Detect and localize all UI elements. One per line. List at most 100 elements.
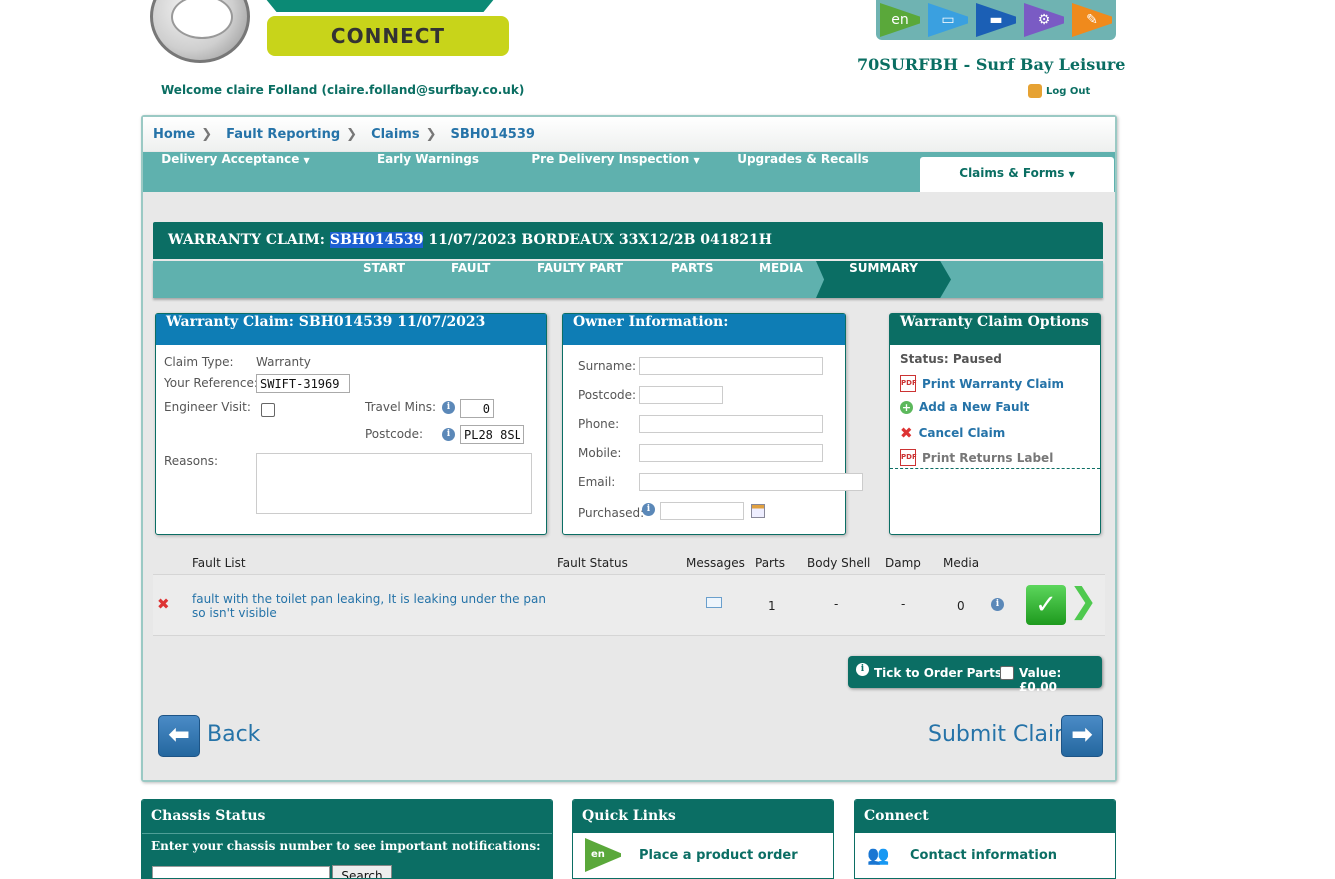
place-product-order-link[interactable]: Place a product order <box>639 848 798 863</box>
lock-icon <box>1028 84 1042 98</box>
body-shell-header: Body Shell <box>807 556 871 570</box>
fault-description[interactable]: fault with the toilet pan leaking, It is… <box>192 592 552 620</box>
chassis-status-box: Chassis Status Enter your chassis number… <box>141 799 553 879</box>
checkmark-icon[interactable]: ✓ <box>1026 585 1066 625</box>
chassis-prompt: Enter your chassis number to see importa… <box>151 839 541 853</box>
print-warranty-claim-link[interactable]: PDF Print Warranty Claim <box>900 375 1064 392</box>
breadcrumb-fault-reporting[interactable]: Fault Reporting ❯ <box>226 127 357 142</box>
purchased-date-field[interactable] <box>660 502 744 520</box>
connect-logo-badge: CONNECT <box>267 16 509 56</box>
breadcrumb: Home ❯ Fault Reporting ❯ Claims ❯ SBH014539 <box>143 117 1115 151</box>
mobile-label: Mobile: <box>578 446 622 460</box>
claim-header: WARRANTY CLAIM: SBH014539 11/07/2023 BOR… <box>153 222 1103 259</box>
reasons-textarea[interactable] <box>256 453 532 514</box>
info-icon[interactable]: i <box>642 503 655 516</box>
postcode-label: Postcode: <box>365 427 424 441</box>
back-button[interactable]: Back <box>207 722 260 747</box>
step-parts[interactable]: PARTS <box>671 261 714 298</box>
people-icon: 👥 <box>867 845 890 866</box>
print-returns-label-link[interactable]: PDF Print Returns Label <box>900 449 1053 466</box>
fault-damp: - <box>901 597 906 611</box>
nav-early-warnings[interactable]: Early Warnings <box>328 152 528 192</box>
surname-field[interactable] <box>639 357 823 375</box>
plus-icon: + <box>900 400 913 414</box>
close-icon: ✖ <box>900 424 913 442</box>
options-panel-title: Warranty Claim Options <box>890 314 1100 345</box>
mobile-field[interactable] <box>639 444 823 462</box>
fault-list-header: Fault List <box>192 556 246 570</box>
step-start[interactable]: START <box>363 261 405 298</box>
nav-pre-delivery-inspection[interactable]: Pre Delivery Inspection ▼ <box>528 152 703 192</box>
order-parts-checkbox[interactable] <box>1000 666 1014 680</box>
claim-number: SBH014539 <box>329 232 424 248</box>
step-fault[interactable]: FAULT <box>451 261 490 298</box>
chassis-status-title: Chassis Status <box>142 800 552 833</box>
breadcrumb-current: SBH014539 <box>450 126 535 142</box>
info-icon[interactable]: i <box>442 428 455 441</box>
welcome-message: Welcome claire Folland (claire.folland@s… <box>161 83 525 97</box>
travel-mins-input[interactable] <box>460 399 494 418</box>
purchased-label: Purchased: <box>578 506 645 520</box>
claim-steps: START FAULT FAULTY PART PARTS MEDIA SUMM… <box>153 261 1103 298</box>
truck-icon[interactable]: ▬ <box>976 3 1016 37</box>
owner-postcode-label: Postcode: <box>578 388 637 402</box>
cancel-claim-link[interactable]: ✖ Cancel Claim <box>900 424 1005 442</box>
media-header: Media <box>943 556 980 570</box>
surname-label: Surname: <box>578 359 637 373</box>
quick-links-box: Quick Links en Place a product order <box>572 799 834 879</box>
options-divider <box>890 468 1100 469</box>
phone-label: Phone: <box>578 417 620 431</box>
back-arrow-icon[interactable]: ⬅ <box>158 715 200 757</box>
top-icon-bar: en ▭ ▬ ⚙ ✎ <box>876 0 1116 40</box>
chevron-right-icon: ❯ <box>425 126 437 142</box>
parts-header: Parts <box>755 556 785 570</box>
calendar-icon[interactable] <box>751 504 765 518</box>
nav-claims-forms[interactable]: Claims & Forms ▼ <box>920 157 1114 192</box>
add-new-fault-link[interactable]: + Add a New Fault <box>900 400 1029 414</box>
fault-parts: 1 <box>768 599 776 613</box>
envelope-icon[interactable] <box>706 597 722 608</box>
forward-arrow-icon[interactable]: ➡ <box>1061 715 1103 757</box>
gear-icon[interactable]: ⚙ <box>1024 3 1064 37</box>
tools-icon[interactable]: ✎ <box>1072 3 1112 37</box>
swift-logo-wordmark <box>265 0 495 12</box>
order-value: Value: £0.00 <box>1019 666 1062 694</box>
nav-upgrades-recalls[interactable]: Upgrades & Recalls <box>703 152 903 192</box>
owner-postcode-field[interactable] <box>639 386 723 404</box>
main-nav: Delivery Acceptance ▼ Early Warnings Pre… <box>143 152 1115 192</box>
chevron-right-icon[interactable]: ❯ <box>1069 581 1098 621</box>
caret-down-icon: ▼ <box>693 156 700 165</box>
logout-label: Log Out <box>1046 85 1091 97</box>
step-faulty-part[interactable]: FAULTY PART <box>537 261 623 298</box>
warranty-panel-title: Warranty Claim: SBH014539 11/07/2023 <box>156 314 546 345</box>
logout-link[interactable]: Log Out <box>1028 84 1090 98</box>
delete-fault-icon[interactable]: ✖ <box>157 595 170 613</box>
chassis-search-button[interactable]: Search <box>332 865 392 878</box>
engineer-visit-label: Engineer Visit: <box>164 400 251 414</box>
chassis-search-input[interactable] <box>152 866 330 878</box>
reference-input[interactable] <box>256 374 350 393</box>
warranty-claim-options-panel: Warranty Claim Options Status: Paused PD… <box>889 313 1101 535</box>
claim-type-label: Claim Type: <box>164 355 234 369</box>
postcode-input[interactable] <box>460 425 524 444</box>
breadcrumb-claims[interactable]: Claims ❯ <box>371 127 436 142</box>
info-icon[interactable]: i <box>991 598 1004 611</box>
info-icon[interactable]: i <box>856 663 869 676</box>
phone-field[interactable] <box>639 415 823 433</box>
engineer-visit-checkbox[interactable] <box>261 403 275 417</box>
contact-information-link[interactable]: Contact information <box>910 848 1057 863</box>
email-field[interactable] <box>639 473 863 491</box>
en-icon[interactable]: en <box>880 3 920 37</box>
step-media[interactable]: MEDIA <box>759 261 803 298</box>
chevron-right-icon: ❯ <box>346 126 358 142</box>
email-label: Email: <box>578 475 616 489</box>
messages-header: Messages <box>686 556 745 570</box>
reference-label: Your Reference: <box>164 376 258 390</box>
nav-delivery-acceptance[interactable]: Delivery Acceptance ▼ <box>143 152 328 192</box>
laptop-icon[interactable]: ▭ <box>928 3 968 37</box>
submit-claim-button[interactable]: Submit Claim <box>928 722 1076 747</box>
breadcrumb-home[interactable]: Home ❯ <box>153 127 212 142</box>
info-icon[interactable]: i <box>442 401 455 414</box>
dealer-name: 70SURFBH - Surf Bay Leisure <box>857 55 1126 74</box>
step-summary[interactable]: SUMMARY <box>816 261 951 298</box>
